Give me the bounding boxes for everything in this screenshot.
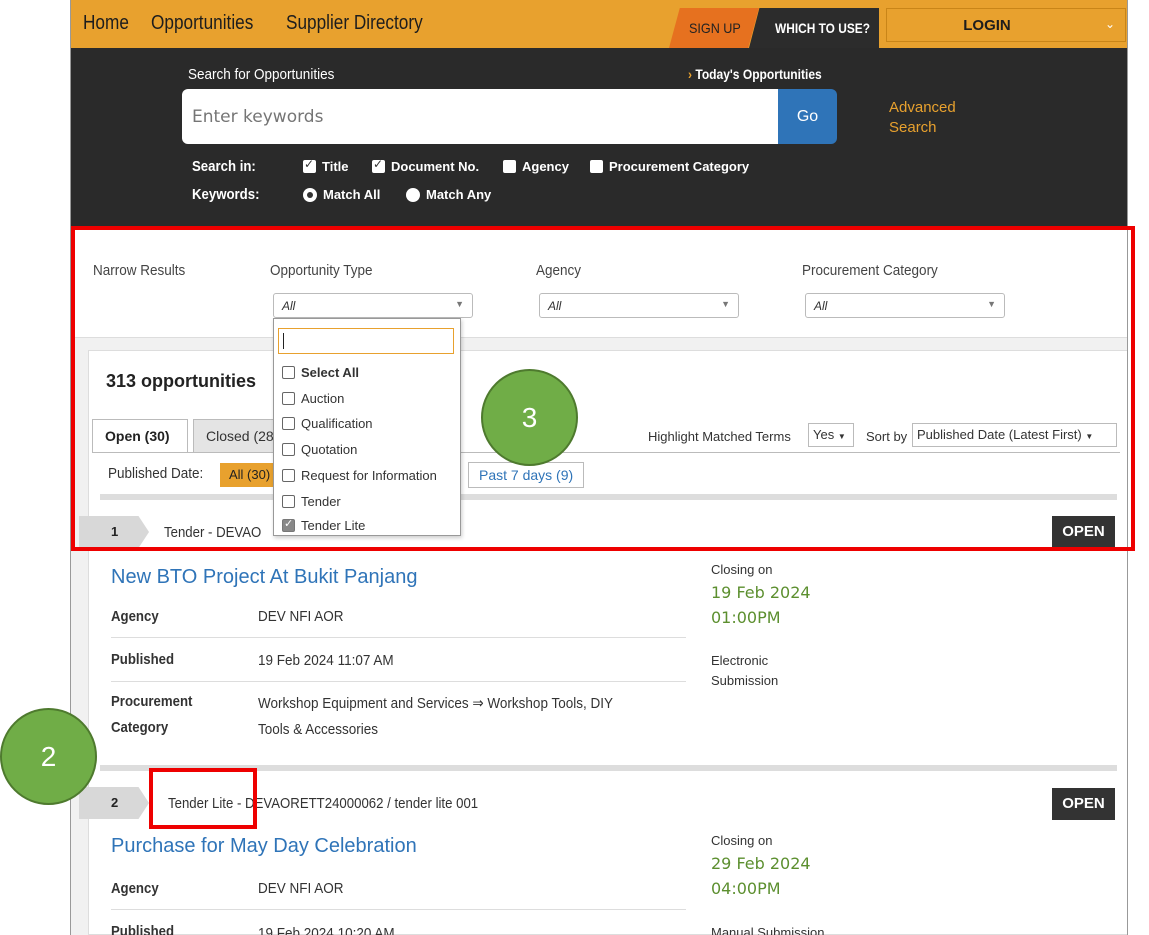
search-in-title-label: Title <box>322 159 349 174</box>
published-field-label: Published <box>111 651 175 668</box>
field-divider <box>111 637 686 638</box>
category-field-label: Procurement Category <box>111 689 192 741</box>
opportunity-title-link[interactable]: New BTO Project At Bukit Panjang <box>111 566 417 589</box>
category-field-value: Workshop Equipment and Services ⇒ Worksh… <box>258 691 613 743</box>
sign-up-button[interactable]: SIGN UP <box>669 8 759 48</box>
annotation-callout-3: 3 <box>481 369 578 466</box>
agency-field-label: Agency <box>111 880 159 897</box>
search-in-docno-label: Document No. <box>391 159 480 174</box>
annotation-callout-2: 2 <box>0 708 97 805</box>
opportunity-title-link[interactable]: Purchase for May Day Celebration <box>111 835 417 858</box>
agency-field-label: Agency <box>111 608 159 625</box>
category-value-line-1: Workshop Equipment and Services ⇒ Worksh… <box>258 695 613 712</box>
search-in-agency-label: Agency <box>522 159 569 174</box>
status-badge: OPEN <box>1052 788 1115 820</box>
checkbox-empty-icon <box>590 160 603 173</box>
closing-on-label: Closing on <box>711 562 773 577</box>
agency-field-value: DEV NFI AOR <box>258 608 344 625</box>
todays-opportunities-label: Today's Opportunities <box>695 66 822 82</box>
published-field-value: 19 Feb 2024 11:07 AM <box>258 652 394 669</box>
advanced-search-link[interactable]: Advanced Search <box>889 98 956 138</box>
item-number: 2 <box>79 787 149 819</box>
nav-home-link[interactable]: Home <box>83 12 129 35</box>
field-divider <box>111 681 686 682</box>
checkbox-checked-icon <box>303 157 316 173</box>
checkbox-empty-icon <box>503 160 516 173</box>
item-ref-text: - DEVAORETT24000062 / tender lite 001 <box>236 795 479 812</box>
sign-up-label: SIGN UP <box>689 20 741 36</box>
nav-supplier-directory-link[interactable]: Supplier Directory <box>286 12 423 35</box>
closing-date: 19 Feb 2024 01:00PM <box>711 580 811 630</box>
closing-time-value: 04:00PM <box>711 879 781 898</box>
closing-time-value: 01:00PM <box>711 608 781 627</box>
submission-type: Electronic Submission <box>711 651 778 691</box>
login-button[interactable]: LOGIN ⌄ <box>886 8 1126 42</box>
published-field-value: 19 Feb 2024 10:20 AM <box>258 925 395 935</box>
advanced-search-label-1: Advanced <box>889 99 956 116</box>
which-to-use-label: WHICH TO USE? <box>775 20 870 36</box>
todays-opportunities-link[interactable]: › Today's Opportunities <box>688 66 822 82</box>
category-value-line-2: Tools & Accessories <box>258 721 379 738</box>
closing-date-value: 19 Feb 2024 <box>711 583 811 602</box>
radio-empty-icon <box>406 187 420 202</box>
match-any-radio[interactable]: Match Any <box>406 187 491 202</box>
submission-type-line-2: Submission <box>711 673 779 688</box>
category-label-line-1: Procurement <box>111 693 193 710</box>
keywords-label: Keywords: <box>192 186 260 203</box>
checkbox-checked-icon <box>372 157 385 173</box>
chevron-right-icon: › <box>688 66 693 82</box>
go-button[interactable]: Go <box>778 89 837 144</box>
annotation-red-box-filters <box>71 226 1135 551</box>
login-label: LOGIN <box>963 17 1011 34</box>
chevron-down-icon: ⌄ <box>1104 17 1115 31</box>
submission-type: Manual Submission <box>711 925 825 935</box>
closing-date-value: 29 Feb 2024 <box>711 854 811 873</box>
agency-field-value: DEV NFI AOR <box>258 880 344 897</box>
closing-on-label: Closing on <box>711 833 773 848</box>
closing-date: 29 Feb 2024 04:00PM <box>711 851 811 901</box>
keyword-search-input[interactable] <box>182 89 778 144</box>
top-nav: Home Opportunities Supplier Directory SI… <box>71 0 1127 48</box>
search-in-label: Search in: <box>192 158 256 175</box>
search-title: Search for Opportunities <box>188 66 335 83</box>
annotation-red-box-tender-lite <box>149 768 257 829</box>
field-divider <box>111 909 686 910</box>
search-in-docno-checkbox[interactable]: Document No. <box>372 157 480 174</box>
published-field-label: Published <box>111 923 175 935</box>
search-in-title-checkbox[interactable]: Title <box>303 157 349 174</box>
search-in-agency-checkbox[interactable]: Agency <box>503 159 569 174</box>
search-in-category-label: Procurement Category <box>609 159 750 174</box>
match-all-label: Match All <box>323 187 381 202</box>
search-in-category-checkbox[interactable]: Procurement Category <box>590 159 749 174</box>
advanced-search-label-2: Search <box>889 119 937 136</box>
submission-type-line-1: Electronic <box>711 653 769 668</box>
radio-selected-icon <box>303 187 317 202</box>
nav-opportunities-link[interactable]: Opportunities <box>151 12 253 35</box>
search-panel: Search for Opportunities › Today's Oppor… <box>71 48 1127 226</box>
category-label-line-2: Category <box>111 719 169 736</box>
match-any-label: Match Any <box>426 187 492 202</box>
which-to-use-button[interactable]: WHICH TO USE? <box>749 8 879 48</box>
match-all-radio[interactable]: Match All <box>303 187 380 202</box>
